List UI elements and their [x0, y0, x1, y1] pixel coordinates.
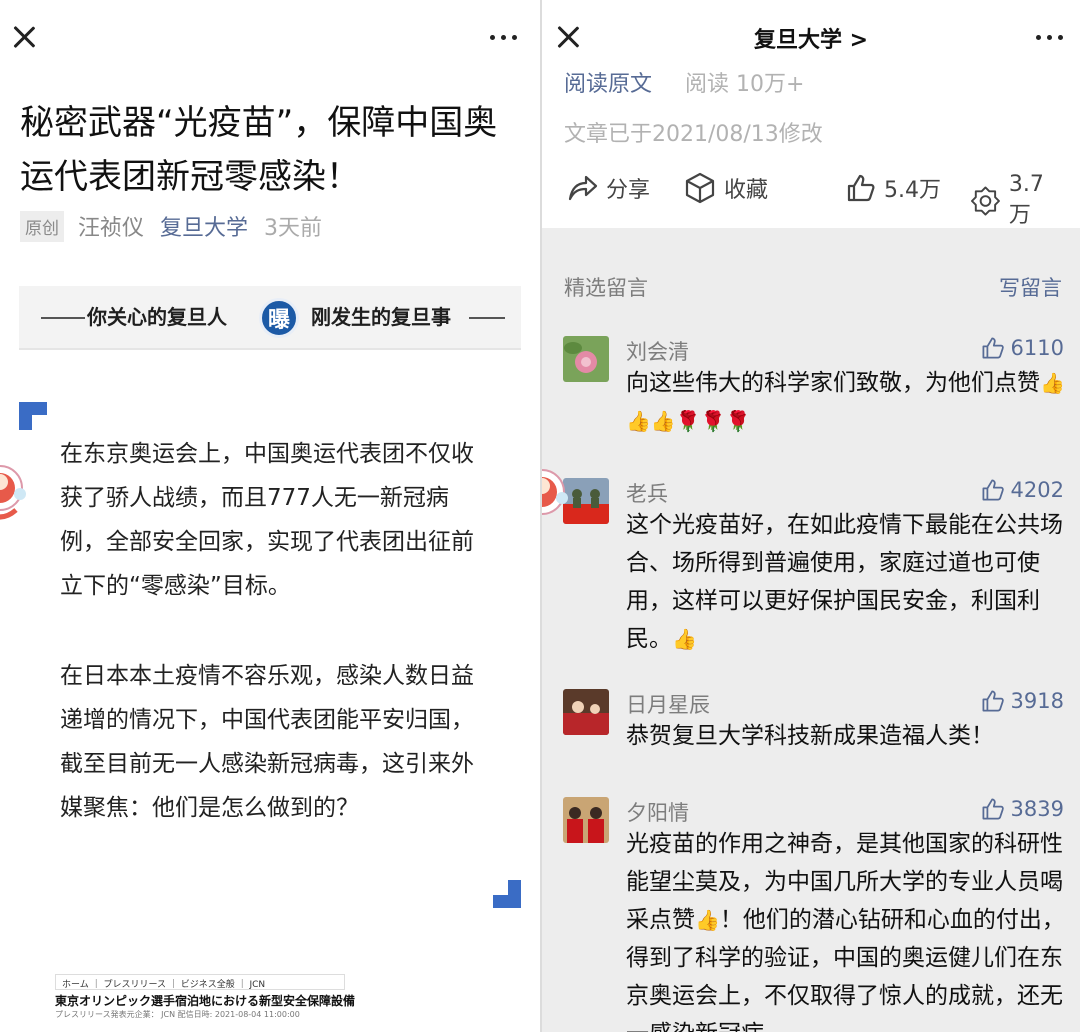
- comment-like-count: 3918: [1010, 689, 1064, 713]
- modified-notice: 文章已于2021/08/13修改: [564, 122, 823, 147]
- comment-text: 光疫苗的作用之神奇，是其他国家的科研性能望尘莫及，为中国几所大学的专业人员喝采点…: [626, 831, 1065, 1032]
- comments-panel: 复旦大学 > 阅读原文 阅读 10万+ 文章已于2021/08/13修改 分享 …: [542, 0, 1080, 1032]
- favorite-button[interactable]: 收藏: [684, 172, 768, 204]
- news-title: 東京オリンピック選手宿泊地における新型安全保障設備: [55, 994, 356, 1008]
- close-icon[interactable]: [12, 25, 36, 49]
- comment-text: 向这些伟大的科学家们致敬，为他们点赞👍👍👍🌹🌹🌹: [626, 370, 1065, 433]
- article-panel: 秘密武器“光疫苗”，保障中国奥运代表团新冠零感染！ 原创 汪祯仪 复旦大学 3天…: [0, 0, 540, 1032]
- news-breadcrumb: ホーム ｜ プレスリリース ｜ ビジネス全般 ｜ JCN: [55, 974, 345, 990]
- share-label: 分享: [606, 178, 651, 203]
- favorite-label: 收藏: [724, 178, 769, 203]
- comments-header: 精选留言: [564, 276, 648, 300]
- like-icon: [982, 337, 1004, 359]
- more-icon[interactable]: [490, 20, 520, 50]
- like-icon: [982, 479, 1004, 501]
- wow-count: 3.7万: [1008, 172, 1044, 228]
- like-icon: [982, 690, 1004, 712]
- mascot-sticker-icon: [0, 465, 26, 520]
- account-link[interactable]: 复旦大学: [160, 210, 248, 242]
- article-meta: 原创 汪祯仪 复旦大学 3天前: [20, 210, 322, 242]
- quote-corner-icon: [19, 402, 47, 430]
- more-icon[interactable]: [1036, 20, 1066, 50]
- comment-like-count: 3839: [1010, 797, 1064, 821]
- share-icon: [568, 175, 598, 201]
- like-icon: [847, 174, 875, 202]
- banner-image: 你关心的复旦人 曝 刚发生的复旦事: [19, 286, 521, 350]
- wow-icon: [970, 186, 1000, 215]
- banner-right-text: 刚发生的复旦事: [311, 305, 451, 329]
- commenter-name: 老兵: [626, 482, 668, 506]
- read-original-link[interactable]: 阅读原文: [564, 72, 652, 97]
- like-button[interactable]: 5.4万: [846, 172, 941, 204]
- emoji-icon: 👍: [695, 908, 720, 932]
- article-paragraph: 在东京奥运会上，中国奥运代表团不仅收获了骄人战绩，而且777人无一新冠病例，全部…: [60, 441, 474, 599]
- quote-corner-icon: [493, 880, 521, 908]
- news-screenshot-image: ホーム ｜ プレスリリース ｜ ビジネス全般 ｜ JCN 東京オリンピック選手宿…: [55, 974, 355, 1032]
- avatar[interactable]: [563, 797, 609, 843]
- comment-text: 这个光疫苗好，在如此疫情下最能在公共场合、场所得到普遍使用，家庭过道也可使用，这…: [626, 512, 1063, 652]
- read-count: 阅读 10万+: [685, 72, 805, 97]
- emoji-icon: 👍: [672, 627, 697, 651]
- write-comment-link[interactable]: 写留言: [999, 272, 1062, 302]
- author-name: 汪祯仪: [78, 216, 145, 241]
- avatar[interactable]: [563, 689, 609, 735]
- avatar[interactable]: [563, 336, 609, 382]
- comment-text: 恭贺复旦大学科技新成果造福人类！: [626, 723, 994, 749]
- comment-like-count: 4202: [1010, 478, 1064, 502]
- mascot-sticker-icon: [542, 469, 568, 515]
- favorite-icon: [685, 172, 715, 204]
- commenter-name: 夕阳情: [626, 801, 689, 825]
- wow-button[interactable]: 3.7万: [970, 172, 1064, 229]
- read-links: 阅读原文 阅读 10万+: [564, 66, 804, 98]
- article-paragraph: 在日本本土疫情不容乐观，感染人数日益递增的情况下，中国代表团能平安归国，截至目前…: [60, 663, 474, 821]
- original-tag: 原创: [20, 210, 64, 242]
- comment-like-button[interactable]: 6110: [981, 336, 1064, 360]
- comment-like-button[interactable]: 3918: [981, 689, 1064, 713]
- comment-like-count: 6110: [1010, 336, 1064, 360]
- banner-logo: 曝: [259, 298, 299, 338]
- action-bar: 分享 收藏 5.4万 3.7万: [564, 168, 1064, 228]
- publish-time: 3天前: [264, 216, 323, 241]
- like-icon: [982, 798, 1004, 820]
- news-subline: プレスリリース発表元企業： JCN 配信日時: 2021-08-04 11:00…: [55, 1010, 300, 1019]
- commenter-name: 刘会清: [626, 340, 689, 364]
- comment-like-button[interactable]: 4202: [981, 478, 1064, 502]
- account-title[interactable]: 复旦大学 >: [542, 22, 1080, 54]
- article-title: 秘密武器“光疫苗”，保障中国奥运代表团新冠零感染！: [20, 103, 498, 197]
- article-footer: 复旦大学 > 阅读原文 阅读 10万+ 文章已于2021/08/13修改 分享 …: [542, 0, 1080, 228]
- banner-left-text: 你关心的复旦人: [87, 305, 227, 329]
- share-button[interactable]: 分享: [566, 172, 650, 204]
- comment-like-button[interactable]: 3839: [981, 797, 1064, 821]
- commenter-name: 日月星辰: [626, 693, 710, 717]
- like-count: 5.4万: [884, 178, 941, 203]
